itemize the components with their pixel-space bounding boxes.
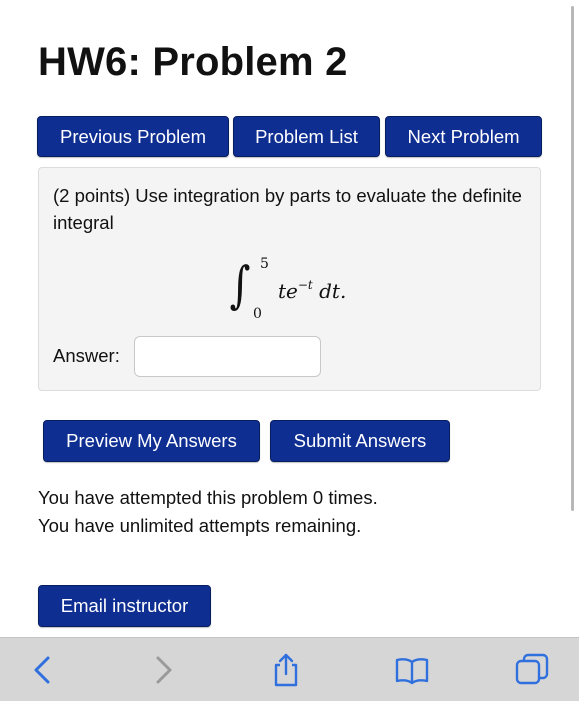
tabs-icon[interactable] [514,652,550,688]
definite-integral: ∫ 5 0 te−t dt. [227,256,357,324]
attempt-status: You have attempted this problem 0 times.… [38,484,378,540]
next-problem-button[interactable]: Next Problem [385,116,542,157]
integrand: te−t dt. [278,278,346,303]
integral-lower-limit: 0 [253,306,262,322]
bookmarks-icon[interactable] [394,652,430,688]
previous-problem-button[interactable]: Previous Problem [37,116,229,157]
integrand-exponent: −t [297,278,313,292]
submit-answers-button[interactable]: Submit Answers [270,420,450,462]
answer-label: Answer: [53,345,120,366]
email-instructor-button[interactable]: Email instructor [38,585,211,627]
page-scrollbar[interactable] [571,6,574,511]
problem-panel: (2 points) Use integration by parts to e… [38,167,541,391]
integral-sign: ∫ [229,256,251,314]
integral-upper-limit: 5 [260,256,269,272]
integrand-base: te [278,279,298,303]
share-icon[interactable] [268,652,304,688]
preview-answers-button[interactable]: Preview My Answers [43,420,260,462]
browser-toolbar [0,637,579,701]
answer-input[interactable] [134,336,321,377]
attempts-remaining-text: You have unlimited attempts remaining. [38,515,362,536]
forward-icon[interactable] [144,652,180,688]
page-title: HW6: Problem 2 [38,40,348,84]
problem-statement: (2 points) Use integration by parts to e… [53,185,522,233]
integral-differential: dt. [312,279,347,303]
attempts-count-text: You have attempted this problem 0 times. [38,487,378,508]
problem-list-button[interactable]: Problem List [233,116,380,157]
back-icon[interactable] [26,652,62,688]
